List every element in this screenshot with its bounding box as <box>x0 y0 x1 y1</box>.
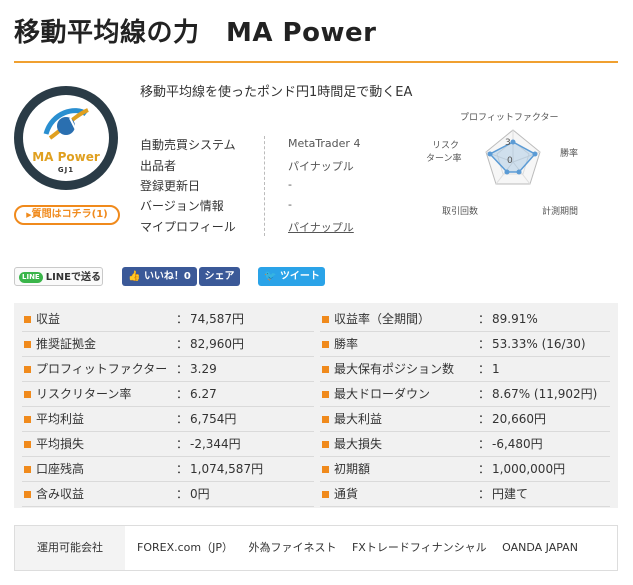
line-icon: LINE <box>19 272 43 283</box>
broker-item[interactable]: FOREX.com（JP） <box>137 541 233 554</box>
info-value-seller: パイナップル <box>288 160 354 173</box>
stat-row: 通貨：円建て <box>320 482 610 507</box>
tweet-button[interactable]: 🐦 ツイート <box>258 267 325 286</box>
bullet-icon <box>322 341 329 348</box>
radar-chart: 3 0 プロフィットファクター 勝率 計測期間 取引回数 リスク ターン率 <box>418 104 618 217</box>
bullet-icon <box>24 316 31 323</box>
stat-row: 勝率： 53.33% (16/30) <box>320 332 610 357</box>
brokers-box: 運用可能会社 FOREX.com（JP） 外為ファイネスト FXトレードフィナン… <box>14 525 618 571</box>
stat-row: 収益： 74,587円 <box>22 307 314 332</box>
bullet-icon <box>322 416 329 423</box>
ea-logo: MA Power GJ1 <box>14 86 118 190</box>
bullet-icon <box>322 441 329 448</box>
like-label: いいね！0 <box>143 271 191 282</box>
logo-sub: GJ1 <box>57 166 75 174</box>
bullet-icon <box>24 416 31 423</box>
bullet-icon <box>322 466 329 473</box>
bullet-icon <box>24 466 31 473</box>
stat-row: 最大利益： 20,660円 <box>320 407 610 432</box>
thumbs-up-icon: 👍 <box>128 271 141 282</box>
facebook-like-button[interactable]: 👍 いいね！0 <box>122 267 197 286</box>
stat-row: 最大ドローダウン： 8.67% (11,902円) <box>320 382 610 407</box>
info-separator <box>264 136 265 236</box>
brokers-list: FOREX.com（JP） 外為ファイネスト FXトレードフィナンシャル OAN… <box>137 526 590 570</box>
bullet-icon <box>24 441 31 448</box>
line-share-label: LINEで送る <box>45 272 102 283</box>
radar-scale-3: 3 <box>505 138 511 148</box>
stat-row: 最大損失： -6,480円 <box>320 432 610 457</box>
stats-table: 収益： 74,587円 推奨証拠金： 82,960円 プロフィットファクター： 3.2… <box>14 303 618 508</box>
title-divider <box>14 61 618 63</box>
stat-row: プロフィットファクター： 3.29 <box>22 357 314 382</box>
profile-link[interactable]: パイナップル <box>288 219 354 235</box>
bullet-icon <box>24 391 31 398</box>
info-value-version: - <box>288 198 292 211</box>
ea-description: 移動平均線を使ったポンド円1時間足で動くEA <box>140 85 413 100</box>
question-button[interactable]: ▶質問はコチラ(1) <box>14 205 120 225</box>
broker-item[interactable]: FXトレードフィナンシャル <box>352 541 487 554</box>
bullet-icon <box>322 316 329 323</box>
stat-row: 平均利益： 6,754円 <box>22 407 314 432</box>
bullet-icon <box>24 341 31 348</box>
radar-label-rr-2: ターン率 <box>426 154 462 164</box>
radar-label-pf: プロフィットファクター <box>460 113 559 123</box>
stat-row: 初期額： 1,000,000円 <box>320 457 610 482</box>
stat-row: 平均損失： -2,344円 <box>22 432 314 457</box>
stat-row: 推奨証拠金： 82,960円 <box>22 332 314 357</box>
tweet-label: ツイート <box>279 271 320 282</box>
info-label-updated: 登録更新日 <box>140 179 201 193</box>
info-label-system: 自動売買システム <box>140 138 236 152</box>
logo-swoosh-icon <box>43 108 89 140</box>
bullet-icon <box>24 366 31 373</box>
bird-icon: 🐦 <box>264 271 277 282</box>
radar-label-period: 計測期間 <box>542 207 579 217</box>
info-value-updated: - <box>288 178 292 191</box>
stat-row: 最大保有ポジション数： 1 <box>320 357 610 382</box>
broker-item[interactable]: OANDA JAPAN <box>502 541 578 554</box>
logo-name: MA Power <box>32 150 100 164</box>
info-label-version: バージョン情報 <box>140 199 224 213</box>
stat-row: 収益率（全期間）： 89.91% <box>320 307 610 332</box>
bullet-icon <box>322 391 329 398</box>
page-title: 移動平均線の力 MA Power <box>14 18 377 48</box>
stat-row: 含み収益： 0円 <box>22 482 314 507</box>
stat-row: 口座残高： 1,074,587円 <box>22 457 314 482</box>
facebook-share-button[interactable]: シェア <box>199 267 240 286</box>
radar-label-win: 勝率 <box>560 149 579 159</box>
brokers-label: 運用可能会社 <box>15 526 125 570</box>
radar-scale-0: 0 <box>507 156 513 166</box>
bullet-icon <box>322 366 329 373</box>
line-share-button[interactable]: LINE LINEで送る <box>14 267 103 286</box>
bullet-icon <box>322 491 329 498</box>
bullet-icon <box>24 491 31 498</box>
broker-item[interactable]: 外為ファイネスト <box>248 541 336 554</box>
info-value-system: MetaTrader 4 <box>288 137 361 150</box>
info-label-seller: 出品者 <box>140 159 177 173</box>
info-label-profile: マイプロフィール <box>140 220 236 234</box>
radar-label-rr-1: リスク <box>432 141 460 151</box>
question-button-label: 質問はコチラ(1) <box>31 209 108 220</box>
radar-label-trades: 取引回数 <box>442 207 479 217</box>
stat-row: リスクリターン率： 6.27 <box>22 382 314 407</box>
